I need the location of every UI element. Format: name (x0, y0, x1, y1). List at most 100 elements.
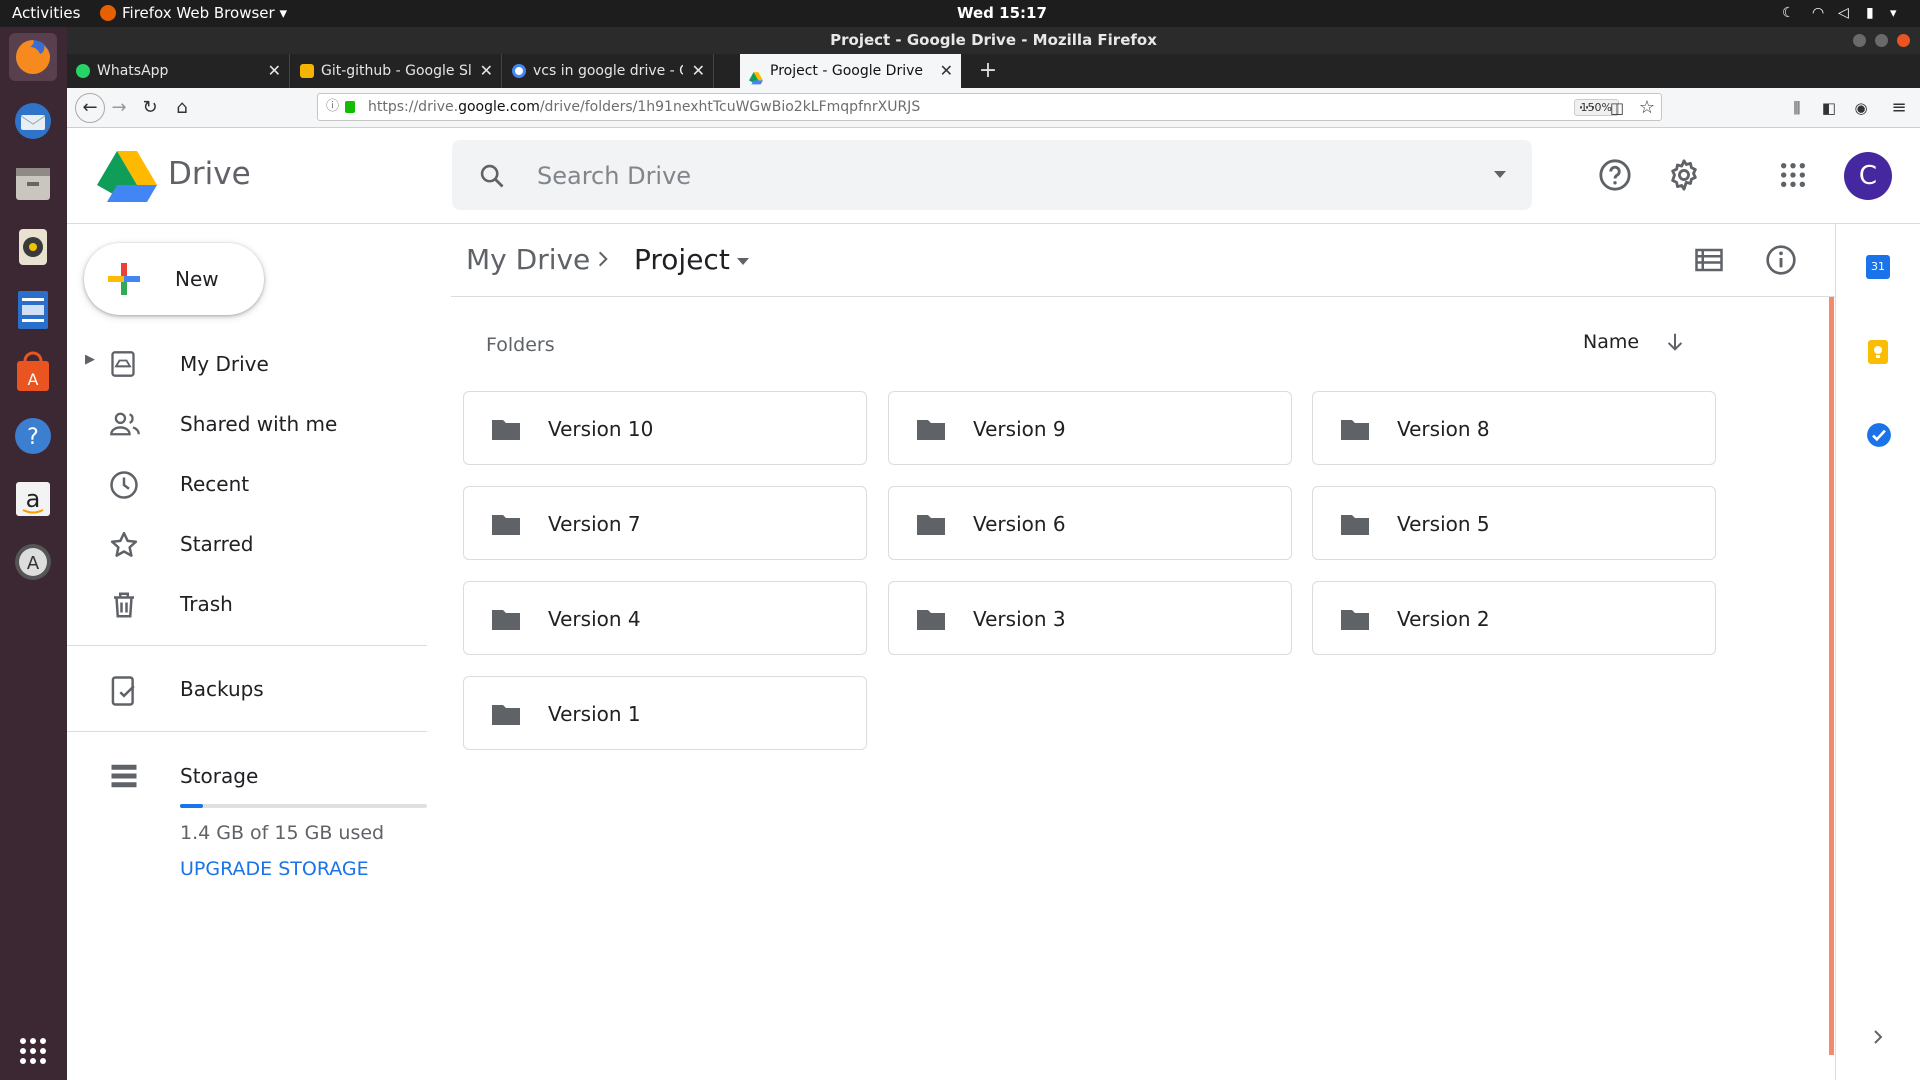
page-scrollbar[interactable] (1829, 297, 1834, 1055)
help-icon[interactable] (1598, 158, 1632, 192)
star-icon (110, 531, 138, 557)
sidebar-divider (67, 645, 427, 646)
folder-name: Version 3 (973, 607, 1066, 631)
details-info-icon[interactable] (1765, 244, 1797, 276)
folder-menu-dropdown-icon[interactable] (735, 255, 751, 267)
expand-side-panel-icon[interactable] (1869, 1028, 1887, 1046)
keep-icon[interactable] (1866, 339, 1890, 365)
sidebar-item-storage[interactable]: Storage (67, 751, 427, 801)
drive-logo-icon[interactable] (97, 150, 157, 202)
tasks-icon[interactable] (1866, 422, 1892, 448)
new-tab-button[interactable]: + (973, 54, 1003, 88)
account-avatar[interactable]: C (1844, 152, 1892, 200)
trash-icon (114, 592, 134, 618)
sidebar-item-trash[interactable]: Trash (67, 579, 427, 629)
dock: A ? a A (0, 27, 67, 1080)
system-menu-icon[interactable]: ▾ (1890, 5, 1897, 22)
new-button[interactable]: New (84, 243, 264, 315)
tab-google-drive[interactable]: Project - Google Drive ✕ (740, 54, 961, 88)
dock-amazon-icon[interactable]: a (9, 475, 57, 523)
maximize-button[interactable] (1875, 34, 1888, 47)
sidebar-toggle-icon[interactable]: ◧ (1817, 96, 1841, 120)
page-info-icon[interactable]: ⓘ (326, 94, 339, 120)
folder-card[interactable]: Version 1 (463, 676, 867, 750)
close-window-button[interactable] (1897, 34, 1910, 47)
folder-card[interactable]: Version 7 (463, 486, 867, 560)
search-box[interactable]: Search Drive (452, 140, 1532, 210)
search-input[interactable]: Search Drive (537, 162, 691, 190)
activities-button[interactable]: Activities (12, 5, 80, 22)
wifi-icon[interactable]: ◠ (1812, 5, 1824, 22)
settings-gear-icon[interactable] (1667, 158, 1701, 192)
close-tab-icon[interactable]: ✕ (692, 54, 705, 88)
dock-software-center-icon[interactable]: A (9, 349, 57, 397)
apps-grid-icon[interactable] (1779, 161, 1807, 189)
dock-help-icon[interactable]: ? (9, 412, 57, 460)
dock-updater-icon[interactable]: A (9, 538, 57, 586)
app-menu[interactable]: Firefox Web Browser ▾ (122, 5, 287, 22)
dock-files-icon[interactable] (9, 160, 57, 208)
url-bar[interactable]: ⓘ https://drive.google.com/drive/folders… (317, 93, 1662, 121)
page-actions-icon[interactable]: ⋯ (1575, 96, 1599, 120)
minimize-button[interactable] (1853, 34, 1866, 47)
expand-arrow-icon[interactable]: ▶ (85, 352, 95, 367)
sidebar-item-recent[interactable]: Recent (67, 459, 427, 509)
sidebar-item-my-drive[interactable]: ▶ My Drive (67, 339, 427, 389)
tab-google-slides[interactable]: Git-github - Google Slides ✕ (291, 54, 502, 88)
hamburger-menu-icon[interactable]: ≡ (1887, 96, 1911, 120)
upgrade-storage-link[interactable]: UPGRADE STORAGE (180, 857, 369, 881)
search-icon[interactable] (478, 162, 506, 190)
folder-card[interactable]: Version 6 (888, 486, 1292, 560)
folder-card[interactable]: Version 2 (1312, 581, 1716, 655)
folder-card[interactable]: Version 10 (463, 391, 867, 465)
folder-card[interactable]: Version 8 (1312, 391, 1716, 465)
dock-firefox-icon[interactable] (9, 33, 57, 81)
system-clock[interactable]: Wed 15:17 (957, 5, 1047, 22)
calendar-icon[interactable]: 31 (1866, 255, 1890, 279)
dock-rhythmbox-icon[interactable] (9, 223, 57, 271)
sort-arrow-down-icon[interactable] (1664, 330, 1686, 354)
breadcrumb-my-drive[interactable]: My Drive (466, 243, 590, 277)
folder-card[interactable]: Version 9 (888, 391, 1292, 465)
close-tab-icon[interactable]: ✕ (940, 54, 953, 88)
tab-label: Git-github - Google Slides (321, 63, 471, 79)
forward-button[interactable]: → (107, 96, 131, 120)
folders-section-label: Folders (486, 334, 555, 356)
account-icon[interactable]: ◉ (1849, 96, 1873, 120)
search-options-icon[interactable] (1492, 168, 1508, 180)
close-tab-icon[interactable]: ✕ (268, 54, 281, 88)
reload-button[interactable]: ↻ (138, 96, 162, 120)
folder-icon (1341, 420, 1369, 440)
dock-thunderbird-icon[interactable] (9, 97, 57, 145)
library-icon[interactable]: ⫼ (1785, 96, 1809, 120)
sidebar-item-starred[interactable]: Starred (67, 519, 427, 569)
pocket-icon[interactable]: ◫ (1605, 96, 1629, 120)
night-light-icon[interactable]: ☾ (1782, 5, 1795, 22)
sort-by-name-button[interactable]: Name (1583, 330, 1639, 354)
dock-writer-icon[interactable] (9, 286, 57, 334)
breadcrumb-current[interactable]: Project (634, 243, 730, 277)
show-applications-icon[interactable] (9, 1027, 57, 1075)
tab-google-search[interactable]: vcs in google drive - Google Search ✕ (503, 54, 714, 88)
bookmark-star-icon[interactable]: ☆ (1635, 96, 1659, 120)
tab-whatsapp[interactable]: WhatsApp ✕ (67, 54, 290, 88)
url-domain: google.com (458, 99, 540, 115)
folder-card[interactable]: Version 5 (1312, 486, 1716, 560)
lock-icon (345, 101, 355, 113)
close-tab-icon[interactable]: ✕ (480, 54, 493, 88)
folder-name: Version 7 (548, 512, 641, 536)
list-view-icon[interactable] (1694, 247, 1724, 273)
folder-card[interactable]: Version 4 (463, 581, 867, 655)
folder-icon (492, 610, 520, 630)
volume-icon[interactable]: ◁ (1838, 5, 1849, 22)
breadcrumb-chevron-icon (598, 251, 608, 267)
battery-icon[interactable]: ▮ (1866, 5, 1874, 22)
sidebar-item-shared-with-me[interactable]: Shared with me (67, 399, 427, 449)
folder-card[interactable]: Version 3 (888, 581, 1292, 655)
side-panel-divider (1835, 224, 1836, 1080)
sidebar-item-backups[interactable]: Backups (67, 664, 427, 714)
system-top-bar: Activities Firefox Web Browser ▾ Wed 15:… (0, 0, 1920, 27)
home-button[interactable]: ⌂ (170, 96, 194, 120)
url-text: https://drive.google.com/drive/folders/1… (368, 94, 920, 120)
back-button[interactable]: ← (75, 93, 105, 123)
